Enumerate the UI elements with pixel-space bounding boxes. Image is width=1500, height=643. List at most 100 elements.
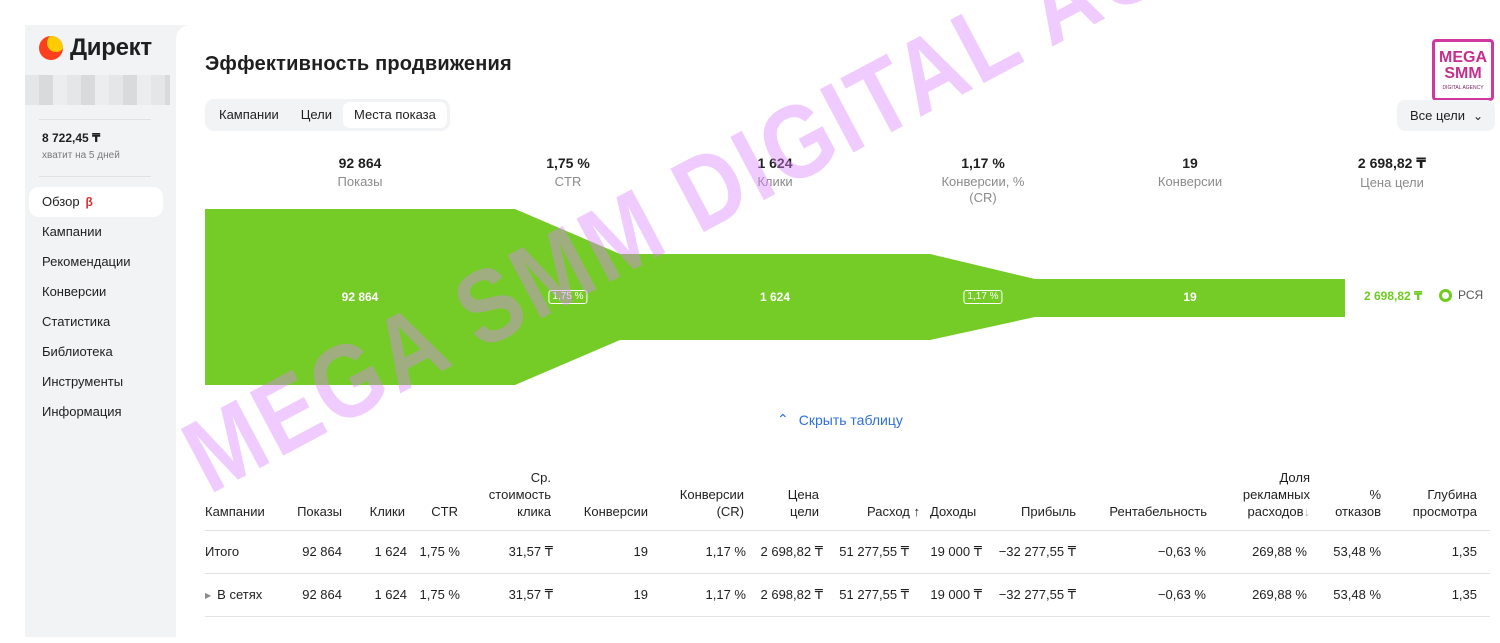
th-text: Конверсии	[679, 487, 744, 502]
sidebar-item-tools[interactable]: Инструменты	[29, 367, 163, 397]
agency-logo-line2: SMM	[1444, 64, 1482, 82]
th-revenue[interactable]: Доходы	[930, 503, 976, 520]
cell-revenue: 19 000 ₸	[930, 544, 982, 559]
metric-goal-cost: 2 698,82 ₸ Цена цели	[1312, 155, 1472, 191]
main-panel: Эффективность продвижения Кампании Цели …	[176, 25, 1500, 637]
tab-placements[interactable]: Места показа	[342, 102, 447, 128]
yandex-logo-icon	[39, 36, 63, 60]
sidebar-item-recommendations[interactable]: Рекомендации	[29, 247, 163, 277]
hide-table-link[interactable]: ⌃ Скрыть таблицу	[777, 411, 903, 428]
metric-value: 2 698,82 ₸	[1357, 155, 1427, 171]
th-text: Ср.	[530, 470, 551, 485]
metric-label: CTR	[554, 174, 582, 189]
th-text: клика	[517, 504, 551, 519]
cell-profit: −32 277,55 ₸	[998, 587, 1076, 602]
cell-cpc: 31,57 ₸	[508, 544, 553, 559]
goal-select[interactable]: Все цели ⌄	[1397, 100, 1496, 131]
table-row-total[interactable]: Итого 92 864 1 624 1,75 % 31,57 ₸ 19 1,1…	[205, 531, 1490, 574]
th-impressions[interactable]: Показы	[297, 503, 342, 520]
cell-cr: 1,17 %	[705, 587, 746, 602]
th-ad-spend-share[interactable]: Доля рекламных расходов↓	[1243, 469, 1310, 520]
agency-logo-line1: MEGA	[1439, 48, 1487, 66]
cell-profitability: −0,63 %	[1157, 587, 1206, 602]
funnel-clicks-label: 1 624	[759, 290, 791, 304]
cell-impressions: 92 864	[302, 544, 342, 559]
expand-triangle-icon[interactable]: ▶	[205, 591, 211, 600]
metric-value: 1 624	[757, 155, 793, 171]
th-bounce[interactable]: % отказов	[1335, 486, 1381, 520]
th-profit[interactable]: Прибыль	[1021, 503, 1076, 520]
metric-impressions: 92 864 Показы	[280, 155, 440, 190]
sidebar-item-info[interactable]: Информация	[29, 397, 163, 427]
sidebar-item-statistics[interactable]: Статистика	[29, 307, 163, 337]
metric-label: Цена цели	[1360, 175, 1424, 190]
metric-value: 19	[1182, 155, 1198, 171]
th-conversions[interactable]: Конверсии	[584, 503, 648, 520]
cell-ctr: 1,75 %	[419, 587, 460, 602]
th-text: отказов	[1335, 504, 1381, 519]
metric-value: 1,17 %	[961, 155, 1005, 171]
logo[interactable]: Директ	[39, 34, 152, 62]
table-row-networks[interactable]: ▶ В сетях 92 864 1 624 1,75 % 31,57 ₸ 19 …	[205, 574, 1490, 617]
chevron-down-icon: ⌄	[1472, 108, 1484, 123]
cell-profitability: −0,63 %	[1157, 544, 1206, 559]
cell-name: Итого	[205, 544, 240, 559]
cell-ad-spend-share: 269,88 %	[1252, 587, 1307, 602]
cell-spend: 51 277,55 ₸	[839, 587, 909, 602]
th-text: цели	[790, 504, 819, 519]
sort-asc-icon: ↑	[913, 504, 921, 519]
metric-value: 1,75 %	[546, 155, 590, 171]
sidebar-item-conversions[interactable]: Конверсии	[29, 277, 163, 307]
th-text: расходов	[1247, 504, 1304, 519]
th-goal-cost[interactable]: Цена цели	[788, 486, 819, 520]
th-profitability[interactable]: Рентабельность	[1109, 503, 1207, 520]
th-text: стоимость	[488, 487, 551, 502]
cell-goal-cost: 2 698,82 ₸	[760, 544, 824, 559]
balance-value[interactable]: 8 722,45 ₸	[42, 131, 100, 145]
metric-label: Конверсии, % (CR)	[941, 174, 1025, 205]
th-depth[interactable]: Глубина просмотра	[1413, 486, 1477, 520]
th-campaigns[interactable]: Кампании	[205, 503, 265, 520]
cell-depth: 1,35	[1451, 544, 1477, 559]
cell-goal-cost: 2 698,82 ₸	[760, 587, 824, 602]
metric-label: Показы	[337, 174, 383, 189]
sidebar-item-overview[interactable]: Обзор β	[29, 187, 163, 217]
th-ctr[interactable]: CTR	[431, 503, 458, 520]
metric-label: Конверсии	[1157, 174, 1223, 189]
cell-clicks: 1 624	[374, 544, 407, 559]
cell-impressions: 92 864	[302, 587, 342, 602]
hide-table-label: Скрыть таблицу	[798, 411, 903, 428]
metric-cr: 1,17 % Конверсии, % (CR)	[938, 155, 1028, 206]
tab-goals[interactable]: Цели	[290, 102, 343, 128]
legend-circle-icon	[1439, 288, 1452, 302]
funnel-impressions-label: 92 864	[341, 290, 379, 304]
cell-revenue: 19 000 ₸	[930, 587, 982, 602]
funnel-conversions-label: 19	[1183, 290, 1197, 304]
agency-logo-line3: DIGITAL AGENCY	[1442, 84, 1484, 91]
cell-depth: 1,35	[1451, 587, 1477, 602]
funnel-ctr-badge: 1,75 %	[548, 290, 588, 304]
account-name-blurred[interactable]	[25, 75, 170, 105]
legend[interactable]: РСЯ	[1439, 288, 1483, 302]
agency-logo: MEGA SMM DIGITAL AGENCY	[1432, 39, 1494, 101]
sidebar-item-campaigns[interactable]: Кампании	[29, 217, 163, 247]
metric-conversions: 19 Конверсии	[1110, 155, 1270, 190]
th-spend[interactable]: Расход ↑	[867, 503, 920, 520]
cell-bounce: 53,48 %	[1333, 587, 1381, 602]
th-cr[interactable]: Конверсии (CR)	[680, 486, 744, 520]
balance-note: хватит на 5 дней	[42, 150, 120, 161]
sidebar-item-library[interactable]: Библиотека	[29, 337, 163, 367]
funnel-goal-cost: 2 698,82 ₸	[1364, 289, 1423, 303]
goal-select-value: Все цели	[1410, 108, 1465, 123]
divider	[39, 119, 151, 120]
metric-ctr: 1,75 % CTR	[488, 155, 648, 190]
th-clicks[interactable]: Клики	[370, 503, 405, 520]
tab-campaigns[interactable]: Кампании	[208, 102, 290, 128]
cell-profit: −32 277,55 ₸	[998, 544, 1076, 559]
cell-name[interactable]: ▶ В сетях	[205, 587, 262, 602]
sidebar-item-label: Обзор	[42, 194, 80, 209]
th-text: просмотра	[1412, 504, 1477, 519]
th-avg-cpc[interactable]: Ср. стоимость клика	[489, 469, 551, 520]
cell-conversions: 19	[633, 544, 648, 559]
metric-clicks: 1 624 Клики	[695, 155, 855, 190]
